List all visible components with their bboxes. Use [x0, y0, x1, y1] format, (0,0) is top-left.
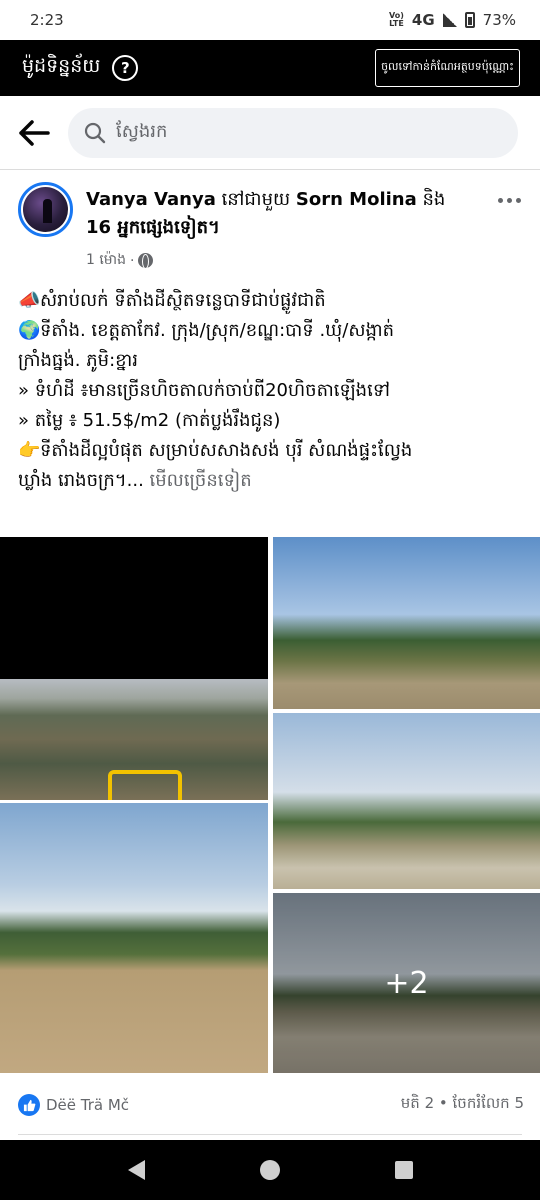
help-icon[interactable]: ?: [112, 55, 139, 81]
photo-aerial-view[interactable]: [0, 537, 268, 800]
data-mode-bar: ម៉ូដទិន្នន័យ ? ចូលទៅកាន់កំណែអត្ថបទប៉ុណ្ណ…: [0, 40, 540, 96]
status-bar: 2:23 Vo) LTE 4G 73%: [0, 0, 540, 40]
photo-cleared-land[interactable]: [273, 713, 540, 889]
comments-count[interactable]: មតិ 2: [401, 1094, 434, 1112]
signal-icon: [442, 13, 457, 27]
post-text: 📣សំរាប់លក់ ទីតាំងដីស្ថិតទន្លេបាទីជាប់ផ្ល…: [18, 286, 526, 496]
photo-grid: +2: [0, 537, 540, 1073]
search-header: ស្វែងរក: [0, 96, 540, 170]
battery-icon: [464, 12, 475, 28]
post-header: Vanya Vanya នៅជាមួយ Sorn Molina និង 16 អ…: [0, 176, 540, 280]
tagged-name[interactable]: Sorn Molina: [296, 189, 417, 210]
nav-back-icon[interactable]: [127, 1160, 145, 1180]
author-name[interactable]: Vanya Vanya: [86, 189, 216, 210]
network-type: 4G: [411, 11, 435, 29]
post-meta: 1 ម៉ោង ·: [86, 250, 494, 271]
shares-count[interactable]: ចែករំលែក 5: [453, 1094, 524, 1112]
post-line: ឃ្លាំង រោងចក្រ។... មើលច្រើនទៀត: [18, 470, 252, 491]
and-word: និង: [422, 189, 446, 210]
battery-percent: 73%: [482, 11, 516, 29]
more-photos-count: +2: [384, 965, 429, 1001]
photo-field-trees[interactable]: [273, 537, 540, 709]
reactions-row: Dëë Trä Mč មតិ 2 • ចែករំលែក 5: [18, 1090, 524, 1120]
text-only-mode-button[interactable]: ចូលទៅកាន់កំណែអត្ថបទប៉ុណ្ណោះ: [375, 49, 520, 87]
search-input[interactable]: ស្វែងរក: [68, 107, 518, 158]
post-line: ក្រាំងធ្នង់. ភូមិ:ខ្នារ: [18, 350, 138, 371]
nav-recents-icon[interactable]: [394, 1161, 413, 1179]
status-time: 2:23: [30, 11, 64, 29]
search-icon: [84, 122, 106, 143]
data-mode-title: ម៉ូដទិន្នន័យ: [22, 55, 101, 77]
status-indicators: Vo) LTE 4G 73%: [389, 11, 516, 29]
with-word: នៅជាមួយ: [221, 189, 291, 210]
post-line: 📣សំរាប់លក់ ទីតាំងដីស្ថិតទន្លេបាទីជាប់ផ្ល…: [18, 286, 526, 316]
engagement-counts: មតិ 2 • ចែករំលែក 5: [400, 1094, 524, 1112]
post-line: » ទំហំដី ៖មានច្រើនហិចតាលក់ចាប់ពី20ហិចតាឡ…: [18, 380, 390, 401]
globe-emoji-icon: 🌍: [18, 320, 41, 341]
see-more-link[interactable]: មើលច្រើនទៀត: [150, 470, 252, 491]
pointing-hand-icon: 👉: [18, 440, 41, 461]
more-options-icon[interactable]: [494, 190, 524, 210]
system-nav-bar: [0, 1140, 540, 1200]
nav-home-icon[interactable]: [259, 1160, 280, 1180]
post-line: 👉ទីតាំងដីល្អបំផុត សម្រាប់សសាងសង់ បុរី សំ…: [18, 436, 526, 466]
post-author-line: Vanya Vanya នៅជាមួយ Sorn Molina និង 16 អ…: [86, 189, 446, 238]
back-arrow-icon[interactable]: [16, 115, 52, 151]
post-line: » តម្លៃ ៖ 51.5$/m2 (កាត់ប្លង់រឹងជូន): [18, 410, 281, 431]
megaphone-icon: 📣: [18, 290, 41, 311]
photo-field-path[interactable]: [0, 803, 268, 1073]
post-time[interactable]: 1 ម៉ោង: [86, 250, 126, 271]
tagged-others[interactable]: 16 អ្នកផ្សេងទៀត: [86, 217, 208, 238]
photo-more[interactable]: +2: [273, 893, 540, 1073]
reaction-name: Dëë Trä Mč: [46, 1096, 130, 1114]
reaction-summary[interactable]: Dëë Trä Mč: [18, 1094, 129, 1116]
volte-icon: Vo) LTE: [389, 11, 404, 28]
post-line: 🌍ទីតាំង. ខេត្តតាកែវ. ក្រុង/ស្រុក/ខណ្ឌ:បា…: [18, 316, 526, 346]
like-icon: [18, 1094, 40, 1116]
search-placeholder: ស្វែងរក: [116, 121, 168, 142]
globe-icon: [138, 253, 154, 269]
avatar[interactable]: [18, 182, 73, 237]
divider: [18, 1134, 522, 1135]
